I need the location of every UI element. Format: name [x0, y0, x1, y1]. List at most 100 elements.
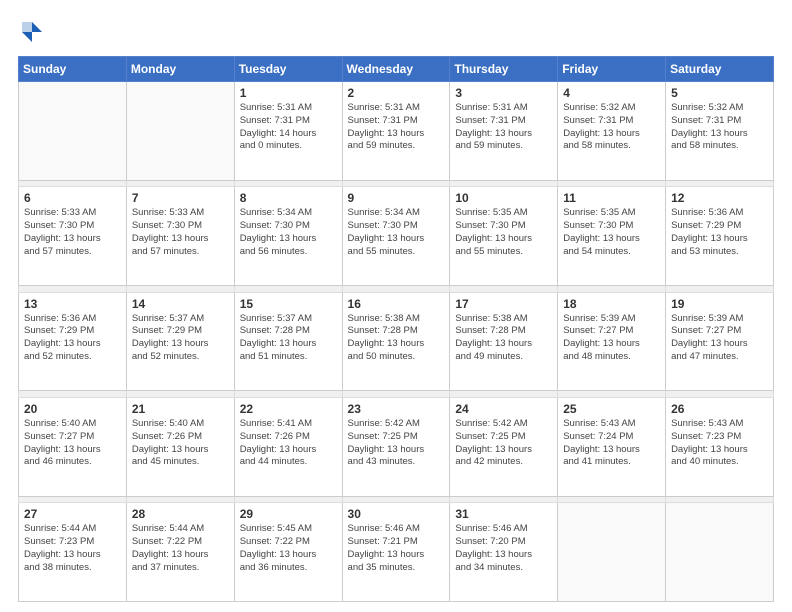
- day-info: Sunrise: 5:37 AM Sunset: 7:28 PM Dayligh…: [240, 313, 337, 364]
- day-number: 15: [240, 297, 337, 311]
- week-separator: [19, 496, 774, 503]
- calendar-cell: 16Sunrise: 5:38 AM Sunset: 7:28 PM Dayli…: [342, 292, 450, 391]
- day-info: Sunrise: 5:31 AM Sunset: 7:31 PM Dayligh…: [348, 102, 445, 153]
- week-separator: [19, 285, 774, 292]
- calendar-cell: [666, 503, 774, 602]
- calendar-cell: 5Sunrise: 5:32 AM Sunset: 7:31 PM Daylig…: [666, 82, 774, 181]
- day-number: 17: [455, 297, 552, 311]
- calendar-cell: 25 Sunrise: 5:43 AM Sunset: 7:24 PM Dayli…: [558, 397, 666, 496]
- day-number: 12: [671, 191, 768, 205]
- day-info: Sunrise: 5:31 AM Sunset: 7:31 PM Dayligh…: [240, 102, 337, 153]
- calendar-cell: 21 Sunrise: 5:40 AM Sunset: 7:26 PM Dayli…: [126, 397, 234, 496]
- day-info: Sunrise: 5:39 AM Sunset: 7:27 PM Dayligh…: [563, 313, 660, 364]
- calendar-table: SundayMondayTuesdayWednesdayThursdayFrid…: [18, 56, 774, 602]
- calendar-cell: 7 Sunrise: 5:33 AM Sunset: 7:30 PM Daylig…: [126, 187, 234, 286]
- calendar-week-2: 6Sunrise: 5:33 AM Sunset: 7:30 PM Daylig…: [19, 187, 774, 286]
- calendar-cell: 3 Sunrise: 5:31 AM Sunset: 7:31 PM Daylig…: [450, 82, 558, 181]
- day-number: 20: [24, 402, 121, 416]
- day-number: 25: [563, 402, 660, 416]
- calendar-cell: 12 Sunrise: 5:36 AM Sunset: 7:29 PM Dayli…: [666, 187, 774, 286]
- calendar-cell: 6Sunrise: 5:33 AM Sunset: 7:30 PM Daylig…: [19, 187, 127, 286]
- weekday-header-sunday: Sunday: [19, 57, 127, 82]
- day-number: 21: [132, 402, 229, 416]
- day-info: Sunrise: 5:40 AM Sunset: 7:27 PM Dayligh…: [24, 418, 121, 469]
- page: SundayMondayTuesdayWednesdayThursdayFrid…: [0, 0, 792, 612]
- day-number: 24: [455, 402, 552, 416]
- day-info: Sunrise: 5:41 AM Sunset: 7:26 PM Dayligh…: [240, 418, 337, 469]
- logo: [18, 18, 50, 46]
- calendar-cell: 18 Sunrise: 5:39 AM Sunset: 7:27 PM Dayli…: [558, 292, 666, 391]
- day-info: Sunrise: 5:42 AM Sunset: 7:25 PM Dayligh…: [348, 418, 445, 469]
- day-number: 11: [563, 191, 660, 205]
- calendar-cell: 1Sunrise: 5:31 AM Sunset: 7:31 PM Daylig…: [234, 82, 342, 181]
- day-info: Sunrise: 5:39 AM Sunset: 7:27 PM Dayligh…: [671, 313, 768, 364]
- calendar-cell: 15 Sunrise: 5:37 AM Sunset: 7:28 PM Dayli…: [234, 292, 342, 391]
- day-info: Sunrise: 5:32 AM Sunset: 7:31 PM Dayligh…: [563, 102, 660, 153]
- day-info: Sunrise: 5:34 AM Sunset: 7:30 PM Dayligh…: [348, 207, 445, 258]
- day-info: Sunrise: 5:36 AM Sunset: 7:29 PM Dayligh…: [671, 207, 768, 258]
- calendar-cell: [19, 82, 127, 181]
- calendar-cell: 29 Sunrise: 5:45 AM Sunset: 7:22 PM Dayli…: [234, 503, 342, 602]
- calendar-cell: 26Sunrise: 5:43 AM Sunset: 7:23 PM Dayli…: [666, 397, 774, 496]
- day-info: Sunrise: 5:43 AM Sunset: 7:24 PM Dayligh…: [563, 418, 660, 469]
- day-number: 22: [240, 402, 337, 416]
- day-info: Sunrise: 5:37 AM Sunset: 7:29 PM Dayligh…: [132, 313, 229, 364]
- calendar-cell: 23Sunrise: 5:42 AM Sunset: 7:25 PM Dayli…: [342, 397, 450, 496]
- day-number: 4: [563, 86, 660, 100]
- day-number: 3: [455, 86, 552, 100]
- day-number: 30: [348, 507, 445, 521]
- calendar-cell: [126, 82, 234, 181]
- day-number: 29: [240, 507, 337, 521]
- day-number: 2: [348, 86, 445, 100]
- calendar-cell: 28Sunrise: 5:44 AM Sunset: 7:22 PM Dayli…: [126, 503, 234, 602]
- day-info: Sunrise: 5:35 AM Sunset: 7:30 PM Dayligh…: [563, 207, 660, 258]
- calendar-cell: 13 Sunrise: 5:36 AM Sunset: 7:29 PM Dayli…: [19, 292, 127, 391]
- day-number: 16: [348, 297, 445, 311]
- day-info: Sunrise: 5:33 AM Sunset: 7:30 PM Dayligh…: [132, 207, 229, 258]
- calendar-week-3: 13 Sunrise: 5:36 AM Sunset: 7:29 PM Dayli…: [19, 292, 774, 391]
- day-number: 26: [671, 402, 768, 416]
- day-info: Sunrise: 5:36 AM Sunset: 7:29 PM Dayligh…: [24, 313, 121, 364]
- calendar-cell: 11 Sunrise: 5:35 AM Sunset: 7:30 PM Dayli…: [558, 187, 666, 286]
- week-separator: [19, 391, 774, 398]
- calendar-cell: 14Sunrise: 5:37 AM Sunset: 7:29 PM Dayli…: [126, 292, 234, 391]
- weekday-header-saturday: Saturday: [666, 57, 774, 82]
- calendar-cell: 17 Sunrise: 5:38 AM Sunset: 7:28 PM Dayli…: [450, 292, 558, 391]
- week-separator: [19, 180, 774, 187]
- calendar-cell: 30Sunrise: 5:46 AM Sunset: 7:21 PM Dayli…: [342, 503, 450, 602]
- day-number: 19: [671, 297, 768, 311]
- logo-icon: [18, 18, 46, 46]
- calendar-week-5: 27 Sunrise: 5:44 AM Sunset: 7:23 PM Dayli…: [19, 503, 774, 602]
- day-number: 27: [24, 507, 121, 521]
- day-number: 18: [563, 297, 660, 311]
- day-info: Sunrise: 5:46 AM Sunset: 7:20 PM Dayligh…: [455, 523, 552, 574]
- weekday-header-wednesday: Wednesday: [342, 57, 450, 82]
- day-number: 9: [348, 191, 445, 205]
- day-info: Sunrise: 5:40 AM Sunset: 7:26 PM Dayligh…: [132, 418, 229, 469]
- day-info: Sunrise: 5:32 AM Sunset: 7:31 PM Dayligh…: [671, 102, 768, 153]
- day-info: Sunrise: 5:44 AM Sunset: 7:23 PM Dayligh…: [24, 523, 121, 574]
- day-info: Sunrise: 5:34 AM Sunset: 7:30 PM Dayligh…: [240, 207, 337, 258]
- header: [18, 18, 774, 46]
- calendar-cell: 2 Sunrise: 5:31 AM Sunset: 7:31 PM Daylig…: [342, 82, 450, 181]
- weekday-header-tuesday: Tuesday: [234, 57, 342, 82]
- weekday-header-friday: Friday: [558, 57, 666, 82]
- day-info: Sunrise: 5:33 AM Sunset: 7:30 PM Dayligh…: [24, 207, 121, 258]
- day-info: Sunrise: 5:38 AM Sunset: 7:28 PM Dayligh…: [455, 313, 552, 364]
- calendar-cell: [558, 503, 666, 602]
- day-number: 13: [24, 297, 121, 311]
- weekday-header-row: SundayMondayTuesdayWednesdayThursdayFrid…: [19, 57, 774, 82]
- day-number: 7: [132, 191, 229, 205]
- day-number: 28: [132, 507, 229, 521]
- day-info: Sunrise: 5:45 AM Sunset: 7:22 PM Dayligh…: [240, 523, 337, 574]
- calendar-cell: 20 Sunrise: 5:40 AM Sunset: 7:27 PM Dayli…: [19, 397, 127, 496]
- calendar-cell: 19 Sunrise: 5:39 AM Sunset: 7:27 PM Dayli…: [666, 292, 774, 391]
- calendar-cell: 4 Sunrise: 5:32 AM Sunset: 7:31 PM Daylig…: [558, 82, 666, 181]
- day-number: 10: [455, 191, 552, 205]
- day-info: Sunrise: 5:35 AM Sunset: 7:30 PM Dayligh…: [455, 207, 552, 258]
- weekday-header-monday: Monday: [126, 57, 234, 82]
- day-info: Sunrise: 5:42 AM Sunset: 7:25 PM Dayligh…: [455, 418, 552, 469]
- calendar-cell: 9 Sunrise: 5:34 AM Sunset: 7:30 PM Daylig…: [342, 187, 450, 286]
- day-info: Sunrise: 5:31 AM Sunset: 7:31 PM Dayligh…: [455, 102, 552, 153]
- calendar-week-1: 1Sunrise: 5:31 AM Sunset: 7:31 PM Daylig…: [19, 82, 774, 181]
